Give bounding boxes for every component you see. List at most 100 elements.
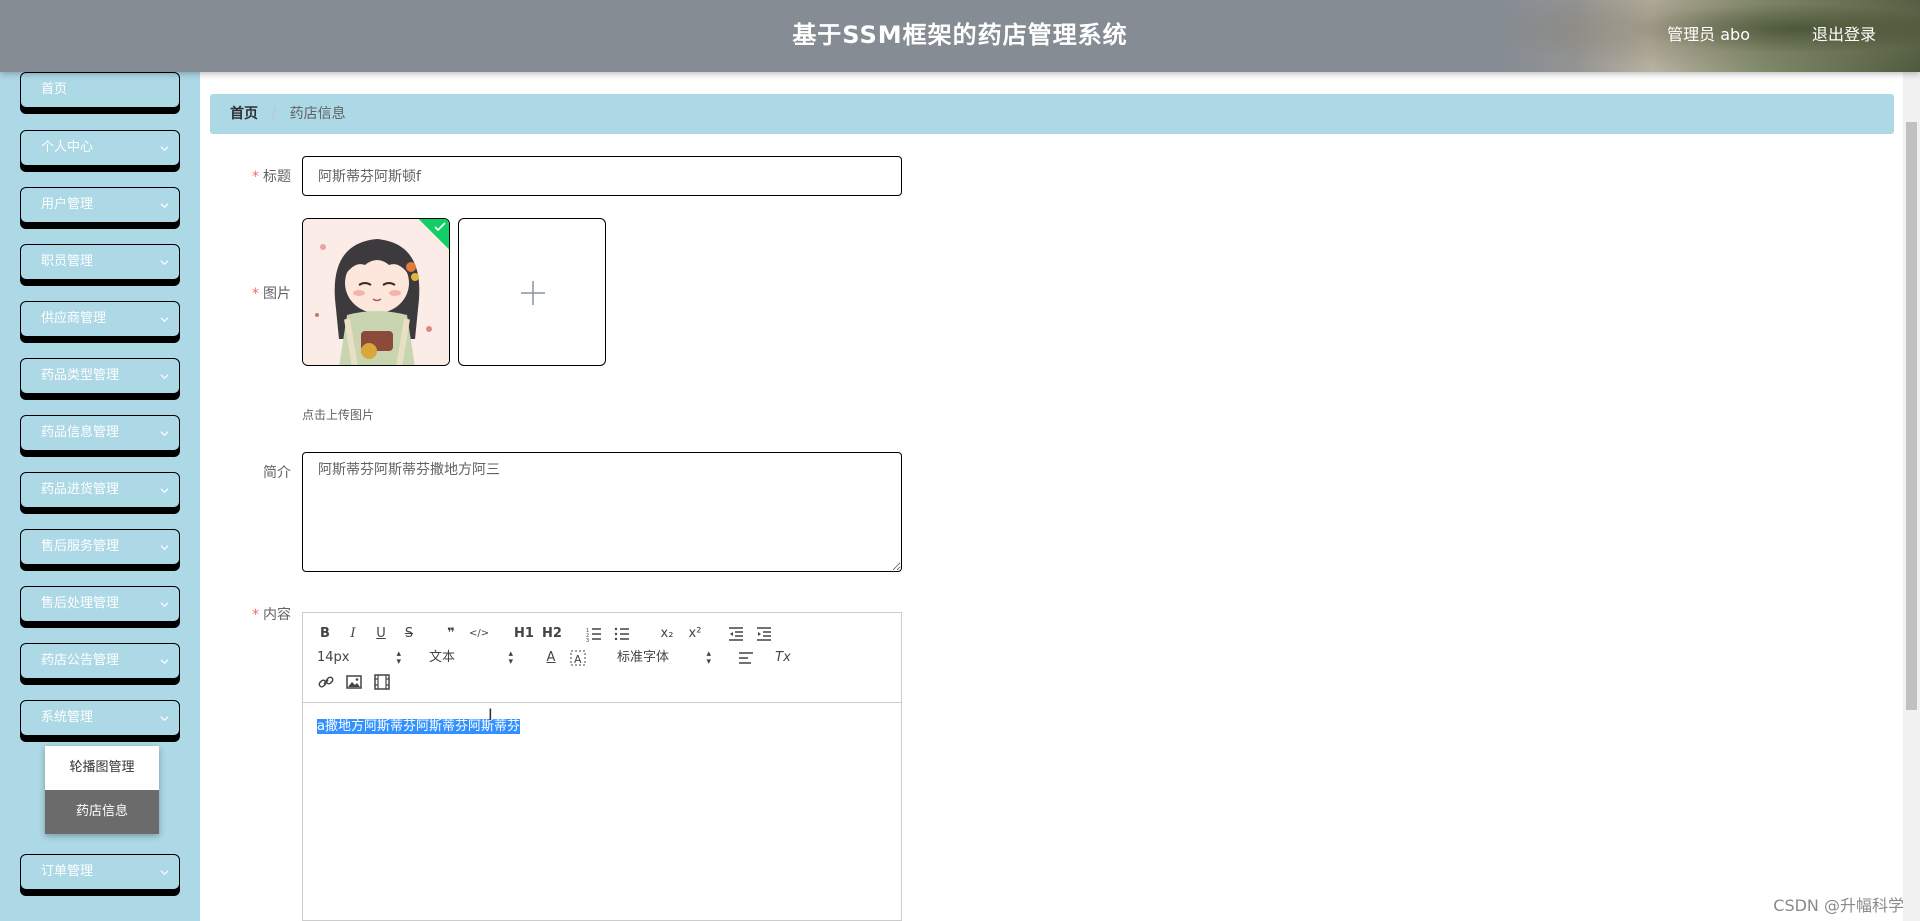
sidebar-item-drug-info-management[interactable]: 药品信息管理 [20, 415, 180, 451]
chevron-up-icon [160, 716, 169, 722]
content-label-text: 内容 [263, 607, 291, 623]
sidebar-item-user-management[interactable]: 用户管理 [20, 187, 180, 223]
select-arrows-icon: ▴ ▾ [508, 649, 513, 667]
rich-text-editor: B I U S ❞ </> H1 H2 123 x₂ x² 14px ▴ ▾ 文本… [302, 612, 902, 921]
sidebar-item-label: 个人中心 [41, 140, 94, 155]
image-label: * 图片 [211, 283, 291, 303]
page-scrollbar-thumb[interactable] [1906, 122, 1917, 710]
breadcrumb-home[interactable]: 首页 [230, 106, 258, 122]
logout-button[interactable]: 退出登录 [1812, 0, 1876, 72]
sidebar-item-home[interactable]: 首页 [20, 72, 180, 108]
subscript-icon[interactable]: x₂ [657, 625, 677, 643]
sidebar-item-after-sales-service[interactable]: 售后服务管理 [20, 529, 180, 565]
text-cursor-icon: I [488, 705, 493, 724]
uploaded-image-thumbnail[interactable] [302, 218, 450, 366]
check-icon [434, 222, 446, 232]
intro-textarea[interactable]: 阿斯蒂芬阿斯蒂芬撒地方阿三 [302, 452, 902, 572]
app-title: 基于SSM框架的药店管理系统 [792, 21, 1128, 49]
outdent-icon[interactable] [727, 625, 745, 643]
sidebar-item-label: 系统管理 [41, 710, 94, 725]
submenu-item-pharmacy-info[interactable]: 药店信息 [45, 790, 159, 834]
heading-1-icon[interactable]: H1 [513, 625, 535, 643]
chevron-down-icon [160, 260, 169, 266]
upload-image-button[interactable] [458, 218, 606, 366]
svg-text:3: 3 [586, 638, 589, 643]
upload-hint: 点击上传图片 [302, 408, 375, 422]
sidebar-item-supplier-management[interactable]: 供应商管理 [20, 301, 180, 337]
sidebar-item-system-management[interactable]: 系统管理 [20, 700, 180, 736]
image-icon[interactable] [345, 673, 363, 691]
chevron-down-icon [160, 659, 169, 665]
header-format-select[interactable]: 文本 ▴ ▾ [429, 649, 513, 667]
chevron-down-icon [160, 203, 169, 209]
chevron-down-icon [160, 488, 169, 494]
current-user: 管理员 abo [1667, 25, 1750, 44]
align-icon[interactable] [737, 649, 755, 667]
sidebar-item-drug-type-management[interactable]: 药品类型管理 [20, 358, 180, 394]
sidebar-item-drug-purchase-management[interactable]: 药品进货管理 [20, 472, 180, 508]
svg-text:A: A [574, 653, 582, 666]
chevron-down-icon [160, 870, 169, 876]
intro-label-text: 简介 [263, 465, 291, 481]
sidebar-item-label: 订单管理 [41, 864, 94, 879]
ordered-list-icon[interactable]: 123 [585, 625, 603, 643]
select-arrows-icon: ▴ ▾ [396, 649, 401, 667]
sidebar-item-announcement-management[interactable]: 药店公告管理 [20, 643, 180, 679]
code-block-icon[interactable]: </> [469, 625, 489, 643]
plus-icon [521, 281, 545, 305]
sidebar: 首页 个人中心 用户管理 职员管理 供应商管理 药品类型管理 药品信息管理 药品… [0, 72, 200, 921]
sidebar-item-staff-management[interactable]: 职员管理 [20, 244, 180, 280]
video-icon[interactable] [373, 673, 391, 691]
sidebar-item-personal-center[interactable]: 个人中心 [20, 130, 180, 166]
sidebar-item-label: 售后服务管理 [41, 539, 120, 554]
header-format-value: 文本 [429, 650, 456, 665]
sidebar-item-label: 药品信息管理 [41, 425, 120, 440]
required-mark: * [252, 286, 259, 302]
system-submenu: 轮播图管理 药店信息 [45, 746, 159, 834]
font-color-icon[interactable]: A [543, 649, 559, 667]
sidebar-item-after-sales-processing[interactable]: 售后处理管理 [20, 586, 180, 622]
font-family-select[interactable]: 标准字体 ▴ ▾ [617, 649, 711, 667]
sidebar-item-label: 职员管理 [41, 254, 94, 269]
submenu-item-carousel[interactable]: 轮播图管理 [45, 746, 159, 790]
chevron-down-icon [160, 431, 169, 437]
background-color-icon[interactable]: A [569, 649, 587, 667]
sidebar-item-order-management[interactable]: 订单管理 [20, 854, 180, 890]
font-size-select[interactable]: 14px ▴ ▾ [317, 649, 401, 667]
breadcrumb: 首页 / 药店信息 [210, 94, 1894, 134]
bullet-list-icon[interactable] [613, 625, 631, 643]
title-label-text: 标题 [263, 169, 291, 185]
breadcrumb-separator: / [271, 106, 277, 122]
chevron-down-icon [160, 374, 169, 380]
chevron-down-icon [160, 545, 169, 551]
required-mark: * [252, 607, 259, 623]
sidebar-item-label: 用户管理 [41, 197, 94, 212]
chevron-down-icon [160, 146, 169, 152]
link-icon[interactable] [317, 673, 335, 691]
strikethrough-icon[interactable]: S [401, 625, 417, 643]
required-mark: * [252, 169, 259, 185]
italic-icon[interactable]: I [345, 625, 361, 643]
breadcrumb-current: 药店信息 [289, 106, 346, 122]
sidebar-item-label: 药品类型管理 [41, 368, 120, 383]
title-input[interactable] [302, 156, 902, 196]
select-arrows-icon: ▴ ▾ [706, 649, 711, 667]
intro-label: 简介 [211, 462, 291, 482]
font-family-value: 标准字体 [617, 650, 670, 665]
watermark: CSDN @升幅科学 [1773, 896, 1904, 915]
heading-2-icon[interactable]: H2 [541, 625, 563, 643]
sidebar-item-label: 首页 [41, 82, 68, 97]
indent-icon[interactable] [755, 625, 773, 643]
blockquote-icon[interactable]: ❞ [443, 625, 459, 643]
underline-icon[interactable]: U [373, 625, 389, 643]
sidebar-item-label: 药店公告管理 [41, 653, 120, 668]
sidebar-item-label: 售后处理管理 [41, 596, 120, 611]
superscript-icon[interactable]: x² [685, 625, 705, 643]
bold-icon[interactable]: B [317, 625, 333, 643]
title-label: * 标题 [211, 166, 291, 186]
editor-content-area[interactable]: a撒地方阿斯蒂芬阿斯蒂芬阿斯蒂芬 [303, 703, 901, 746]
clear-format-icon[interactable]: Tx [773, 649, 793, 667]
image-label-text: 图片 [263, 286, 291, 302]
chevron-down-icon [160, 317, 169, 323]
anime-girl-image [303, 219, 449, 365]
